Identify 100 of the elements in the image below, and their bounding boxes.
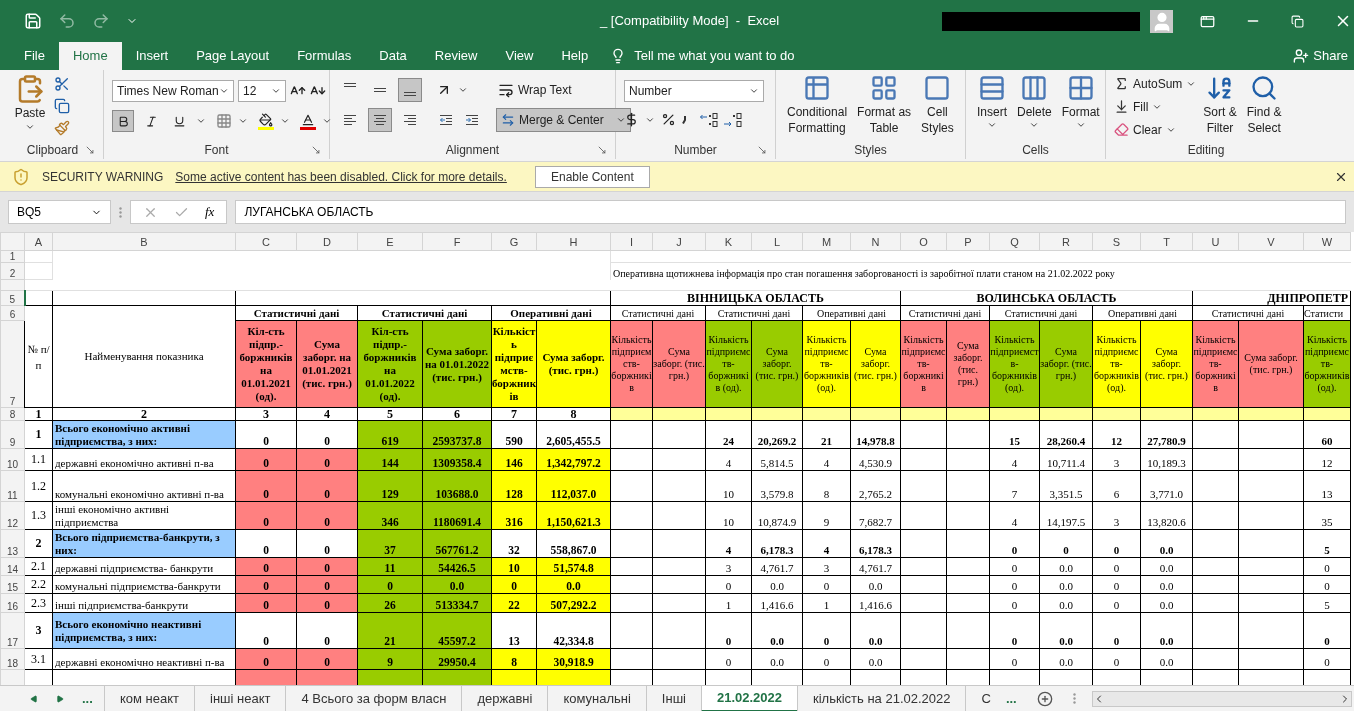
column-header[interactable]: P xyxy=(946,232,990,251)
column-header[interactable]: J xyxy=(652,232,706,251)
font-family-select[interactable]: Times New Roman xyxy=(112,80,234,102)
ribbon-tab[interactable]: Insert xyxy=(121,42,183,70)
styles-button[interactable]: Cell Styles xyxy=(918,74,957,136)
column-header[interactable]: R xyxy=(1039,232,1093,251)
horizontal-align-button[interactable] xyxy=(368,108,392,132)
copy-icon[interactable] xyxy=(54,98,70,114)
column-header[interactable]: W xyxy=(1303,232,1351,251)
previous-sheet-icon[interactable] xyxy=(30,694,38,703)
column-header[interactable]: H xyxy=(536,232,611,251)
tell-me-field[interactable]: Tell me what you want to do xyxy=(634,46,795,66)
add-sheet-icon[interactable] xyxy=(1036,690,1053,707)
cells-button[interactable]: Format xyxy=(1058,74,1103,130)
editing-button[interactable]: Clear xyxy=(1114,120,1197,139)
next-sheet-icon[interactable] xyxy=(56,694,64,703)
row-header[interactable]: 9 xyxy=(0,420,25,449)
caret-icon[interactable] xyxy=(238,116,248,126)
sheet-tab[interactable]: Інші xyxy=(645,685,701,711)
insert-function-button[interactable]: fx xyxy=(205,202,215,222)
column-header[interactable]: T xyxy=(1140,232,1193,251)
ribbon-tab[interactable]: Data xyxy=(365,42,421,70)
column-header[interactable]: B xyxy=(52,232,236,251)
row-header[interactable]: 10 xyxy=(0,448,25,471)
enable-content-button[interactable]: Enable Content xyxy=(534,165,650,188)
ribbon-tab[interactable]: Page Layout xyxy=(182,42,284,70)
caret-icon[interactable] xyxy=(322,116,332,126)
row-header[interactable]: 17 xyxy=(0,612,25,649)
row-header[interactable]: 7 xyxy=(0,320,25,408)
sheet-tab[interactable]: інші неакт xyxy=(194,685,286,711)
vertical-align-button[interactable] xyxy=(398,78,422,102)
sheet-tab[interactable]: кількість на 21.02.2022 xyxy=(797,685,966,711)
ribbon-tab[interactable]: Review xyxy=(420,42,492,70)
horizontal-scrollbar[interactable] xyxy=(1091,690,1352,707)
sheet-tab[interactable]: державні xyxy=(461,685,548,711)
column-header[interactable]: Q xyxy=(989,232,1040,251)
caret-icon[interactable] xyxy=(280,116,290,126)
editing-button[interactable]: Find & Select xyxy=(1243,74,1285,136)
name-box[interactable]: BQ5 xyxy=(8,200,111,224)
more-sheets-button[interactable]: ... xyxy=(82,688,93,709)
column-header[interactable]: F xyxy=(422,232,492,251)
column-header[interactable]: E xyxy=(357,232,423,251)
sheet-tab[interactable]: комунальні xyxy=(547,685,646,711)
sheet-tab[interactable]: С xyxy=(965,685,1006,711)
column-header[interactable]: D xyxy=(296,232,358,251)
ribbon-tab[interactable]: View xyxy=(491,42,548,70)
wrap-text-button[interactable]: Wrap Text xyxy=(494,78,576,102)
sheet-tab[interactable]: 4 Всього за форм власн xyxy=(285,685,462,711)
styles-button[interactable]: Format as Table xyxy=(854,74,915,136)
formula-field[interactable]: ЛУГАНСЬКА ОБЛАСТЬ xyxy=(235,200,1346,224)
comma-style-icon[interactable] xyxy=(682,115,686,124)
column-header[interactable]: G xyxy=(491,232,537,251)
dialog-launcher-icon[interactable] xyxy=(311,145,321,155)
merge-center-button[interactable]: Merge & Center xyxy=(496,108,631,132)
ribbon-tab[interactable]: Help xyxy=(547,42,603,70)
dialog-launcher-icon[interactable] xyxy=(757,145,767,155)
currency-icon[interactable] xyxy=(624,112,639,127)
column-header[interactable]: V xyxy=(1238,232,1304,251)
fill-color-icon[interactable] xyxy=(258,112,274,130)
dialog-launcher-icon[interactable] xyxy=(597,145,607,155)
ribbon-tab[interactable]: Formulas xyxy=(283,42,366,70)
bold-button[interactable] xyxy=(112,110,134,132)
number-format-select[interactable]: Number xyxy=(624,80,764,102)
decrease-decimal-icon[interactable] xyxy=(724,112,742,127)
row-header[interactable]: 13 xyxy=(0,529,25,558)
column-header[interactable]: S xyxy=(1092,232,1141,251)
more-sheets-button[interactable]: ... xyxy=(1005,688,1017,709)
column-header[interactable]: C xyxy=(235,232,297,251)
ribbon-display-icon[interactable] xyxy=(1200,13,1215,29)
styles-button[interactable]: Conditional Formatting xyxy=(784,74,851,136)
cut-icon[interactable] xyxy=(54,76,70,92)
sheet-tab[interactable]: 21.02.2022 xyxy=(700,685,798,711)
editing-button[interactable]: AutoSum xyxy=(1114,74,1197,93)
borders-icon[interactable] xyxy=(216,113,232,129)
column-header[interactable]: N xyxy=(850,232,901,251)
font-color-icon[interactable] xyxy=(300,112,316,130)
row-header[interactable]: 11 xyxy=(0,470,25,502)
column-header[interactable]: U xyxy=(1192,232,1239,251)
ribbon-tab[interactable]: Home xyxy=(58,42,122,70)
cells-button[interactable]: Delete xyxy=(1014,74,1055,130)
caret-icon[interactable] xyxy=(196,116,206,126)
font-size-select[interactable]: 12 xyxy=(238,80,286,102)
percent-icon[interactable] xyxy=(661,112,676,127)
paste-button[interactable]: Paste xyxy=(10,74,50,132)
cells-button[interactable]: Insert xyxy=(974,74,1010,130)
share-button[interactable]: Share xyxy=(1293,42,1354,70)
caret-icon[interactable] xyxy=(458,85,468,95)
details-link[interactable]: Some active content has been disabled. Click for more details. xyxy=(175,167,507,186)
increase-decimal-icon[interactable] xyxy=(700,112,718,127)
column-header[interactable]: M xyxy=(802,232,851,251)
save-icon[interactable] xyxy=(24,12,42,30)
format-painter-icon[interactable] xyxy=(54,120,70,136)
column-header[interactable]: O xyxy=(900,232,947,251)
editing-button[interactable]: Fill xyxy=(1114,97,1197,116)
editing-button[interactable]: Sort & Filter xyxy=(1200,74,1240,136)
row-header[interactable]: 12 xyxy=(0,501,25,530)
dialog-launcher-icon[interactable] xyxy=(85,145,95,155)
column-header[interactable]: L xyxy=(751,232,803,251)
ribbon-tab[interactable]: File xyxy=(10,42,59,70)
column-header[interactable]: A xyxy=(24,232,53,251)
